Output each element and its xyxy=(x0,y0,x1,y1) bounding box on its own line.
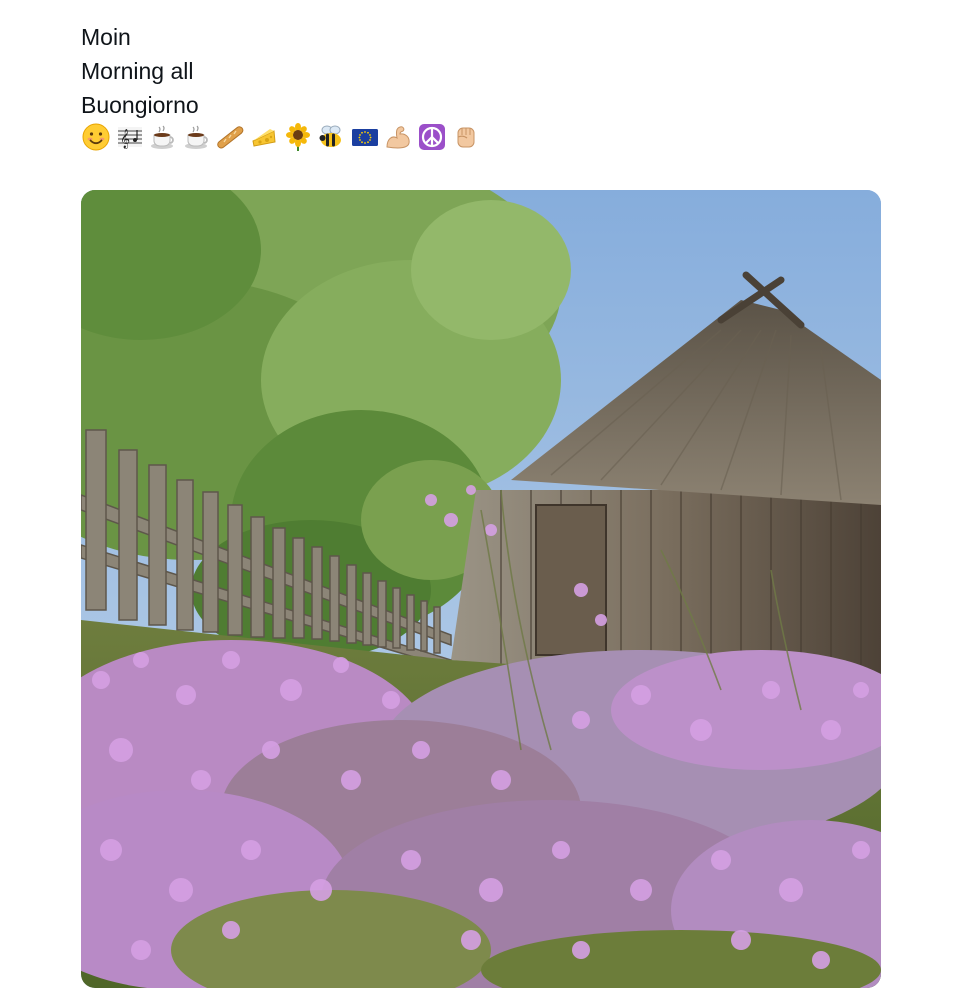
coffee-cup-icon xyxy=(148,122,178,152)
coffee-cup-icon xyxy=(182,122,212,152)
post-text-line: Buongiorno xyxy=(81,92,199,118)
eu-flag-icon xyxy=(350,122,380,152)
flexed-biceps-icon xyxy=(383,122,413,152)
post-text-line: Moin xyxy=(81,24,131,50)
sunflower-icon xyxy=(283,122,313,152)
post-text-line: Morning all xyxy=(81,58,194,84)
post-text: Moin Morning all Buongiorno xyxy=(81,20,199,122)
peace-symbol-icon xyxy=(417,122,447,152)
svg-text:𝄞: 𝄞 xyxy=(120,129,130,149)
baguette-icon xyxy=(215,122,245,152)
cheese-icon xyxy=(249,122,279,152)
photo-scene xyxy=(81,190,881,988)
musical-score-icon: 𝄞 xyxy=(115,122,145,152)
emoji-row: 𝄞 xyxy=(81,122,481,152)
post-photo[interactable] xyxy=(81,190,881,988)
raised-fist-icon xyxy=(451,122,481,152)
smiling-face-icon xyxy=(81,122,111,152)
heather-flowers xyxy=(81,640,881,988)
bee-icon xyxy=(316,122,346,152)
